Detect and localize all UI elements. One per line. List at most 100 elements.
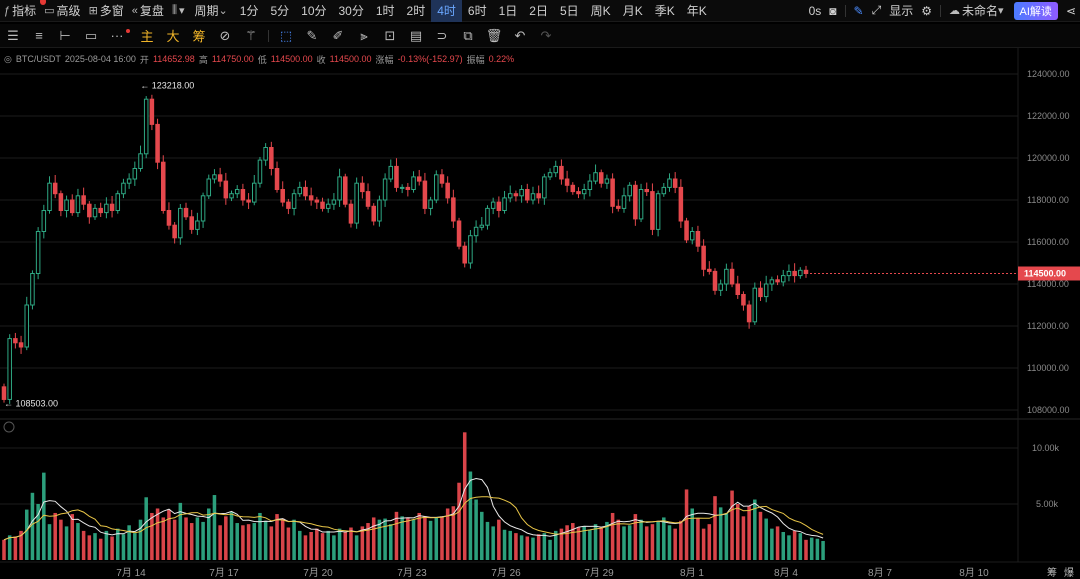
volume-bar (104, 530, 109, 560)
volume-bar (474, 499, 478, 560)
period-tab-1[interactable]: 5分 (264, 0, 295, 22)
period-tab-9[interactable]: 2日 (523, 0, 554, 22)
right-tab-0[interactable]: 筹 (1047, 566, 1057, 579)
volume-bar (59, 519, 63, 560)
more-icon[interactable]: ··· (104, 25, 130, 47)
volume-bar (309, 532, 313, 560)
volume-bar (576, 527, 581, 560)
pane-toggle-icon[interactable] (3, 421, 15, 433)
candle-body (638, 189, 644, 220)
candle-body (536, 193, 541, 199)
volume-bar (599, 527, 603, 560)
candle-body (115, 193, 121, 211)
chip-button[interactable]: 筹 (186, 25, 212, 47)
candle-body (485, 207, 490, 226)
compare-icon[interactable]: ⊘ (212, 25, 238, 47)
candle-body (513, 193, 519, 197)
camera-icon[interactable]: ◙ (825, 0, 840, 22)
display-button[interactable]: 显示 (885, 0, 917, 22)
draw-pen-icon[interactable]: ✎ (850, 0, 868, 22)
candle-body (593, 172, 598, 182)
period-tab-6[interactable]: 4时 (431, 0, 462, 22)
candle-body (576, 191, 581, 195)
horizontal-line-icon[interactable]: ⊢ (52, 25, 78, 47)
volume-bar (627, 525, 632, 560)
trash-icon[interactable]: 🗑 (481, 25, 507, 47)
period-tab-14[interactable]: 年K (681, 0, 713, 22)
period-tab-5[interactable]: 2时 (401, 0, 432, 22)
ai-analysis-button[interactable]: AI解读 (1013, 1, 1058, 20)
note-icon[interactable]: ▤ (403, 25, 429, 47)
price-chart[interactable]: 108000.00110000.00112000.00114000.001160… (0, 48, 1080, 579)
layout-dropdown[interactable]: ☁ 未命名 ▾ (945, 0, 1010, 22)
magic-icon[interactable]: ⚚ (238, 25, 264, 47)
main-indicator-button[interactable]: 主 (134, 25, 160, 47)
advanced-button[interactable]: ▭ 高级 (40, 0, 84, 22)
undo-icon[interactable]: ↶ (507, 25, 533, 47)
chart-type-button[interactable]: ⫼ ▾ (168, 0, 191, 22)
multi-window-button[interactable]: ⊞ 多窗 (85, 0, 128, 22)
candle-body (786, 270, 792, 277)
candle-body (780, 275, 786, 283)
candle-body (69, 199, 75, 214)
candle-body (462, 245, 467, 264)
volume-bar (667, 525, 672, 560)
candle-body (769, 279, 775, 285)
redo-icon[interactable]: ↷ (533, 25, 559, 47)
period-tab-7[interactable]: 6时 (462, 0, 493, 22)
price-tick-label: 108000.00 (1027, 405, 1070, 415)
candle-body (570, 184, 576, 193)
volume-bar (377, 519, 382, 560)
period-tab-0[interactable]: 1分 (234, 0, 265, 22)
candle-body (47, 182, 52, 211)
select-cursor-icon[interactable]: ⬚ (273, 25, 299, 47)
right-tab-1[interactable]: 爆 (1064, 567, 1074, 579)
share-icon[interactable]: ⋖ (1062, 0, 1080, 22)
brush-icon[interactable]: ✐ (325, 25, 351, 47)
period-tab-13[interactable]: 季K (649, 0, 681, 22)
candle-body (206, 178, 212, 197)
pencil-icon[interactable]: ✎ (299, 25, 325, 47)
volume-bar (713, 496, 717, 560)
indicators-button[interactable]: ƒ 指标 (0, 0, 46, 22)
lock-icon[interactable]: ⊡ (377, 25, 403, 47)
list-icon[interactable]: ≡ (26, 25, 52, 47)
fib-icon[interactable]: ⫸ (351, 25, 377, 47)
volume-bar (462, 432, 467, 560)
candle-body (263, 147, 268, 161)
volume-bar (212, 495, 217, 560)
period-tab-8[interactable]: 1日 (493, 0, 524, 22)
period-tab-12[interactable]: 月K (617, 0, 649, 22)
volume-bar (298, 530, 302, 560)
time-tick-label: 7月 26 (491, 567, 521, 579)
volume-bar (246, 524, 251, 560)
candle-body (616, 205, 621, 209)
magnet-icon[interactable]: ⊃ (429, 25, 455, 47)
big-order-button[interactable]: 大 (160, 25, 186, 47)
period-dropdown[interactable]: 周期 ⌄ (191, 0, 234, 22)
volume-bar (127, 525, 131, 560)
volume-bar (815, 538, 820, 560)
volume-bar (724, 512, 729, 560)
menu-lines-icon[interactable]: ☰ (0, 25, 26, 47)
volume-bar (565, 525, 569, 560)
candle-body (291, 193, 297, 209)
period-tab-10[interactable]: 5日 (554, 0, 585, 22)
replay-button[interactable]: «复盘 (128, 0, 168, 22)
volume-bar (315, 528, 319, 560)
period-tab-4[interactable]: 1时 (370, 0, 401, 22)
layers-icon[interactable]: ⧉ (455, 25, 481, 47)
period-tab-3[interactable]: 30分 (333, 0, 370, 22)
volume-bar (730, 490, 734, 560)
rectangle-icon[interactable]: ▭ (78, 25, 104, 47)
volume-bar (707, 524, 712, 560)
time-tick-label: 7月 23 (397, 567, 427, 579)
period-tab-2[interactable]: 10分 (295, 0, 332, 22)
volume-bar (343, 532, 348, 560)
period-tab-11[interactable]: 周K (585, 0, 617, 22)
time-tick-label: 7月 17 (209, 567, 239, 579)
fullscreen-icon[interactable]: ⤢ (868, 0, 886, 22)
volume-bar (662, 517, 666, 560)
candle-body (525, 189, 530, 201)
settings-icon[interactable]: ⚙ (917, 0, 936, 22)
